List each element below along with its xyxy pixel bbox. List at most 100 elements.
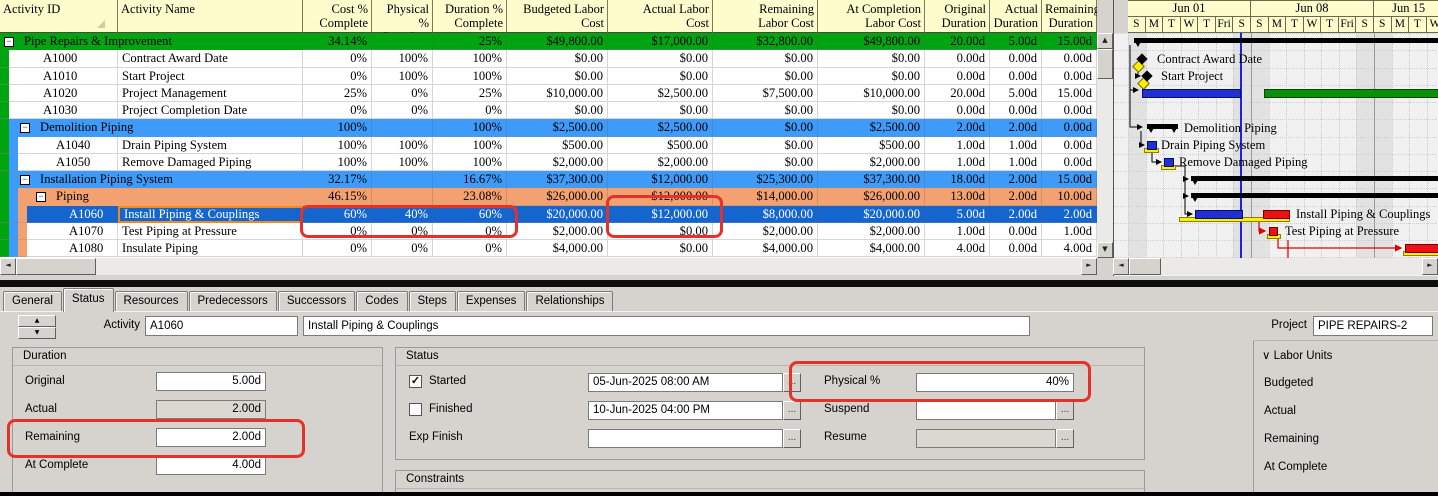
cell-at_completion[interactable]: $20,000.00 (818, 205, 925, 223)
cell-budgeted[interactable]: $2,000.00 (507, 153, 608, 171)
cell-cost_pct[interactable]: 0% (303, 240, 372, 258)
timescale-day[interactable]: W (1426, 17, 1438, 33)
timescale-day[interactable]: T (1321, 17, 1339, 33)
scroll-thumb[interactable] (1097, 49, 1113, 79)
activity-name-field[interactable]: Install Piping & Couplings (303, 316, 1030, 336)
cell-cost_pct[interactable]: 0% (303, 50, 372, 68)
cell-activity-id[interactable]: A1020 (0, 84, 118, 102)
gantt-bar[interactable] (1164, 157, 1174, 167)
cell-activity-name[interactable]: Install Piping & Couplings (118, 205, 303, 223)
cell-budgeted[interactable]: $2,500.00 (507, 119, 608, 137)
activity-id-field[interactable]: A1060 (145, 316, 298, 336)
cell-remaining[interactable]: $25,300.00 (713, 171, 818, 189)
cell-budgeted[interactable]: $49,800.00 (507, 33, 608, 51)
cell-remaining[interactable]: $32,800.00 (713, 33, 818, 51)
cell-rem_dur[interactable]: 4.00d (1042, 240, 1097, 258)
cell-phys_pct[interactable] (372, 33, 433, 51)
cell-at_completion[interactable]: $0.00 (818, 50, 925, 68)
group-row[interactable]: − Piping 46.15% 23.08% $26,000.00 $12,000.00 $… (0, 188, 1097, 206)
cell-activity-id[interactable]: A1040 (0, 136, 118, 154)
cell-cost_pct[interactable]: 100% (303, 136, 372, 154)
cell-remaining[interactable]: $0.00 (713, 119, 818, 137)
cell-orig_dur[interactable]: 1.00d (925, 222, 990, 240)
timescale-week[interactable]: Jun 08 (1250, 0, 1374, 17)
cell-budgeted[interactable]: $2,000.00 (507, 222, 608, 240)
cell-actual[interactable]: $0.00 (608, 222, 713, 240)
cell-remaining[interactable]: $0.00 (713, 67, 818, 85)
finished-date-field[interactable]: 10-Jun-2025 04:00 PM (588, 401, 783, 420)
timescale-week[interactable]: Jun 01 (1128, 0, 1251, 17)
cell-orig_dur[interactable]: 4.00d (925, 240, 990, 258)
column-header-dur_pct[interactable]: Duration % Complete (433, 0, 507, 33)
cell-budgeted[interactable]: $0.00 (507, 102, 608, 120)
cell-budgeted[interactable]: $26,000.00 (507, 188, 608, 206)
labor-units-header[interactable]: ∨ Labor Units (1262, 348, 1332, 362)
tab-successors[interactable]: Successors (277, 291, 356, 312)
cell-at_completion[interactable]: $26,000.00 (818, 188, 925, 206)
cell-remaining[interactable]: $0.00 (713, 50, 818, 68)
cell-actual[interactable]: $500.00 (608, 136, 713, 154)
cell-rem_dur[interactable]: 2.00d (1042, 205, 1097, 223)
physical-pct-field[interactable]: 40% (916, 373, 1074, 392)
group-row[interactable]: − Pipe Repairs & Improvement 34.14% 25% $49,… (0, 33, 1097, 51)
cell-act_dur[interactable]: 5.00d (990, 33, 1042, 51)
at-complete-duration-field[interactable]: 4.00d (156, 456, 266, 475)
tab-codes[interactable]: Codes (356, 291, 408, 312)
collapse-toggle[interactable]: − (20, 122, 30, 133)
timescale-day[interactable]: S (1373, 17, 1392, 33)
cell-remaining[interactable]: $0.00 (713, 136, 818, 154)
gantt-hscroll[interactable]: ◄ ► (1113, 258, 1438, 275)
cell-dur_pct[interactable]: 60% (433, 205, 507, 223)
tab-relationships[interactable]: Relationships (526, 291, 614, 312)
remaining-duration-field[interactable]: 2.00d (156, 428, 266, 447)
column-header-name[interactable]: Activity Name (118, 0, 303, 33)
cell-act_dur[interactable]: 5.00d (990, 84, 1042, 102)
cell-remaining[interactable]: $0.00 (713, 153, 818, 171)
timescale-day[interactable]: T (1286, 17, 1304, 33)
cell-dur_pct[interactable]: 100% (433, 67, 507, 85)
cell-rem_dur[interactable]: 0.00d (1042, 153, 1097, 171)
cell-remaining[interactable]: $7,500.00 (713, 84, 818, 102)
cell-cost_pct[interactable]: 46.15% (303, 188, 372, 206)
cell-rem_dur[interactable]: 15.00d (1042, 171, 1097, 189)
cell-act_dur[interactable]: 1.00d (990, 153, 1042, 171)
cell-dur_pct[interactable]: 0% (433, 222, 507, 240)
cell-orig_dur[interactable]: 20.00d (925, 84, 990, 102)
table-row[interactable]: A1030 Project Completion Date 0% 0% 0% $0.00 $… (0, 102, 1097, 120)
cell-activity-name[interactable]: Remove Damaged Piping (118, 153, 303, 171)
cell-cost_pct[interactable]: 0% (303, 222, 372, 240)
project-field[interactable]: PIPE REPAIRS-2 (1313, 316, 1433, 336)
cell-budgeted[interactable]: $10,000.00 (507, 84, 608, 102)
cell-at_completion[interactable]: $500.00 (818, 136, 925, 154)
cell-dur_pct[interactable]: 100% (433, 153, 507, 171)
scroll-track[interactable] (0, 258, 1097, 275)
timescale-day[interactable]: S (1233, 17, 1251, 33)
cell-act_dur[interactable]: 0.00d (990, 67, 1042, 85)
cell-rem_dur[interactable]: 0.00d (1042, 67, 1097, 85)
scroll-left-button[interactable]: ◄ (1113, 258, 1129, 275)
tab-resources[interactable]: Resources (114, 291, 188, 312)
tab-steps[interactable]: Steps (408, 291, 456, 312)
cell-actual[interactable]: $2,000.00 (608, 153, 713, 171)
cell-activity-name[interactable]: Project Management (118, 84, 303, 102)
cell-budgeted[interactable]: $0.00 (507, 67, 608, 85)
cell-orig_dur[interactable]: 5.00d (925, 205, 990, 223)
cell-rem_dur[interactable]: 10.00d (1042, 188, 1097, 206)
cell-activity-name[interactable]: Test Piping at Pressure (118, 222, 303, 240)
cell-dur_pct[interactable]: 25% (433, 84, 507, 102)
scroll-left-button[interactable]: ◄ (0, 258, 16, 275)
scroll-track[interactable] (1113, 258, 1438, 275)
scroll-down-button[interactable]: ▼ (1097, 242, 1113, 258)
started-date-field[interactable]: 05-Jun-2025 08:00 AM (588, 373, 783, 392)
cell-rem_dur[interactable]: 0.00d (1042, 136, 1097, 154)
gantt-bar[interactable] (1263, 209, 1290, 219)
cell-cost_pct[interactable]: 100% (303, 119, 372, 137)
cell-cost_pct[interactable]: 25% (303, 84, 372, 102)
scroll-thumb[interactable] (1129, 258, 1161, 275)
gantt-bar[interactable] (1269, 226, 1278, 236)
cell-cost_pct[interactable]: 60% (303, 205, 372, 223)
cell-phys_pct[interactable]: 0% (372, 84, 433, 102)
collapse-toggle[interactable]: − (4, 36, 14, 47)
column-header-actual[interactable]: Actual Labor Cost (608, 0, 713, 33)
column-header-id[interactable]: Activity ID (0, 0, 118, 33)
